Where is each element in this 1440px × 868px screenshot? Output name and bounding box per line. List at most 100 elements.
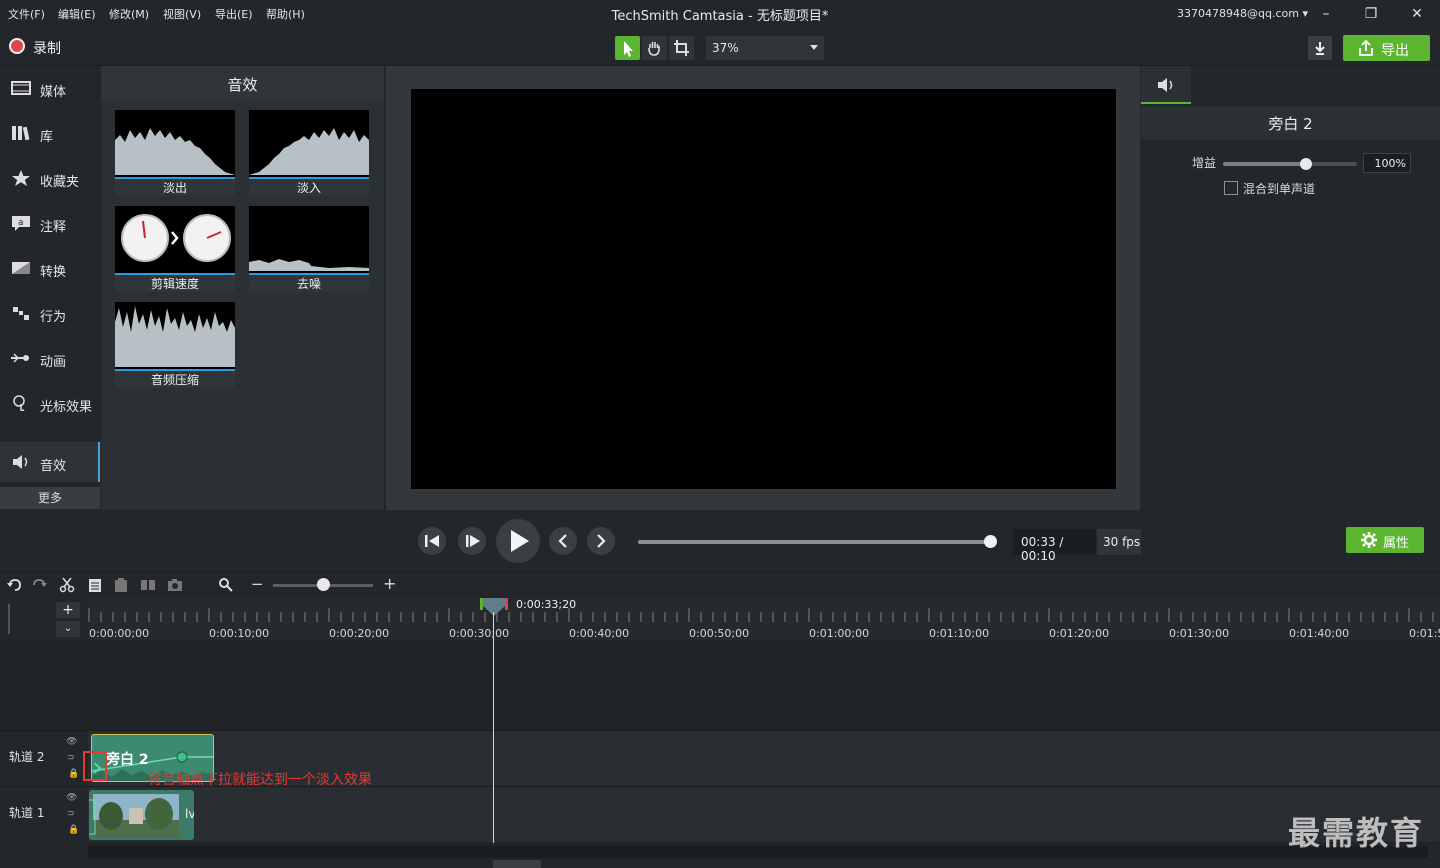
timeline-tracks: 轨道 2 👁 ⊃ 🔒 旁白 2 轨道 1 👁 ⊃ 🔒 lv bbox=[0, 640, 1440, 845]
redo-icon[interactable] bbox=[32, 577, 48, 593]
clock-icon bbox=[121, 214, 231, 262]
gain-value-field[interactable]: 100% bbox=[1363, 153, 1411, 173]
track-height-slider[interactable] bbox=[8, 604, 16, 634]
minimize-button[interactable]: – bbox=[1316, 4, 1336, 24]
gain-slider[interactable] bbox=[1223, 158, 1357, 170]
record-icon[interactable] bbox=[9, 38, 25, 54]
menu-file[interactable]: 文件(F) bbox=[8, 6, 45, 22]
download-icon bbox=[1315, 42, 1325, 55]
playhead-handle[interactable] bbox=[480, 598, 508, 616]
download-button[interactable] bbox=[1308, 36, 1332, 60]
snapshot-icon[interactable] bbox=[167, 577, 183, 593]
step-back-button[interactable] bbox=[418, 527, 446, 555]
seek-bar[interactable] bbox=[638, 540, 990, 544]
watermark-logo: 最需教育 bbox=[1288, 814, 1425, 852]
export-label: 导出 bbox=[1381, 43, 1409, 59]
audio-properties-tab[interactable] bbox=[1141, 66, 1191, 104]
menu-edit[interactable]: 编辑(E) bbox=[58, 6, 96, 22]
sidebar-item-animations[interactable]: 动画 bbox=[0, 338, 100, 378]
hand-tool-button[interactable] bbox=[642, 36, 667, 60]
timeline-zoom-knob[interactable] bbox=[317, 578, 330, 591]
timeline-empty-area[interactable] bbox=[88, 640, 1440, 730]
eye-icon[interactable]: 👁 bbox=[66, 793, 77, 803]
track-name[interactable]: 轨道 2 bbox=[9, 748, 44, 765]
pointer-tool-button[interactable] bbox=[615, 36, 640, 60]
properties-button[interactable]: 属性 bbox=[1346, 527, 1424, 553]
sidebar-item-label: 音效 bbox=[40, 459, 67, 474]
timeline-horizontal-scrollbar[interactable] bbox=[88, 846, 1428, 858]
track-header: 轨道 1 👁 ⊃ 🔒 bbox=[0, 787, 88, 843]
animation-icon bbox=[11, 353, 29, 363]
mix-to-mono-checkbox[interactable] bbox=[1224, 181, 1238, 195]
playback-controls: 00:33 / 00:10 30 fps 属性 bbox=[0, 511, 1440, 571]
sidebar-item-cursor-effects[interactable]: 光标效果 bbox=[0, 383, 100, 423]
split-icon[interactable] bbox=[140, 577, 156, 593]
play-button[interactable] bbox=[496, 519, 540, 563]
chevron-left-icon bbox=[558, 534, 567, 548]
add-track-button[interactable]: + bbox=[56, 602, 80, 618]
record-button[interactable]: 录制 bbox=[33, 38, 61, 58]
eye-icon[interactable]: 👁 bbox=[66, 737, 77, 747]
account-menu[interactable]: 3370478948@qq.com ▾ bbox=[1177, 7, 1308, 20]
previous-button[interactable] bbox=[549, 527, 577, 555]
effect-fade-out[interactable]: 淡出 bbox=[115, 110, 235, 196]
effect-clip-speed[interactable]: 剪辑速度 bbox=[115, 206, 235, 292]
audio-toggle-icon[interactable]: ⊃ bbox=[67, 809, 75, 819]
video-clip[interactable]: lv bbox=[89, 790, 194, 840]
transition-icon bbox=[12, 262, 30, 274]
cut-icon[interactable] bbox=[59, 577, 75, 593]
more-button[interactable]: 更多 bbox=[0, 487, 100, 509]
restore-button[interactable]: ❐ bbox=[1361, 4, 1381, 24]
annotation-highlight-box bbox=[83, 751, 107, 781]
menu-view[interactable]: 视图(V) bbox=[163, 6, 201, 22]
panel-title: 音效 bbox=[227, 76, 258, 94]
gain-slider-knob[interactable] bbox=[1300, 158, 1313, 170]
step-forward-button[interactable] bbox=[458, 527, 486, 555]
track-name[interactable]: 轨道 1 bbox=[9, 804, 44, 821]
paste-icon[interactable] bbox=[113, 577, 129, 593]
close-button[interactable]: ✕ bbox=[1407, 4, 1427, 24]
next-button[interactable] bbox=[587, 527, 615, 555]
timeline-ruler[interactable]: 0:00:00;00 0:00:10;00 0:00:20;00 0:00:30… bbox=[88, 598, 1440, 640]
menu-help[interactable]: 帮助(H) bbox=[266, 6, 305, 22]
sidebar-item-behaviors[interactable]: 行为 bbox=[0, 293, 100, 333]
sidebar-item-media[interactable]: 媒体 bbox=[0, 68, 100, 108]
annotation-icon: a bbox=[12, 216, 30, 231]
lock-icon[interactable]: 🔒 bbox=[68, 825, 79, 835]
effect-label: 音频压缩 bbox=[115, 369, 235, 388]
sidebar-item-library[interactable]: 库 bbox=[0, 113, 100, 153]
ruler-label: 0:00:20;00 bbox=[329, 627, 390, 640]
zoom-in-button[interactable]: + bbox=[383, 574, 399, 593]
zoom-out-button[interactable]: − bbox=[251, 575, 267, 593]
audio-effects-panel: 音效 淡出 淡入 剪辑速度 去噪 音频压缩 bbox=[101, 66, 384, 510]
effect-fade-in[interactable]: 淡入 bbox=[249, 110, 369, 196]
sidebar-item-audio-effects[interactable]: 音效 bbox=[0, 442, 100, 482]
preview-canvas[interactable] bbox=[411, 89, 1116, 489]
menu-modify[interactable]: 修改(M) bbox=[109, 6, 149, 22]
waveform-compression bbox=[115, 306, 235, 367]
effect-noise-removal[interactable]: 去噪 bbox=[249, 206, 369, 292]
title-bar: 文件(F) 编辑(E) 修改(M) 视图(V) 导出(E) 帮助(H) Tech… bbox=[0, 0, 1440, 28]
video-thumbnail bbox=[89, 794, 179, 838]
chevron-down-icon bbox=[810, 45, 818, 50]
collapse-tracks-button[interactable]: ⌄ bbox=[56, 621, 80, 637]
seek-knob[interactable] bbox=[984, 535, 997, 548]
scrollbar-thumb[interactable] bbox=[493, 860, 541, 868]
mix-to-mono-label: 混合到单声道 bbox=[1243, 182, 1316, 196]
sidebar-item-favorites[interactable]: 收藏夹 bbox=[0, 158, 100, 198]
effect-audio-compression[interactable]: 音频压缩 bbox=[115, 302, 235, 388]
export-button[interactable]: 导出 bbox=[1343, 35, 1430, 61]
audio-toggle-icon[interactable]: ⊃ bbox=[67, 753, 75, 763]
zoom-select[interactable]: 37% bbox=[706, 36, 824, 60]
zoom-value: 37% bbox=[712, 41, 739, 55]
lock-icon[interactable]: 🔒 bbox=[68, 769, 79, 779]
undo-icon[interactable] bbox=[6, 577, 22, 593]
pointer-icon bbox=[624, 41, 633, 57]
copy-icon[interactable] bbox=[87, 577, 103, 593]
menu-export[interactable]: 导出(E) bbox=[215, 6, 253, 22]
track-controls: + ⌄ bbox=[0, 598, 88, 640]
sidebar-item-annotations[interactable]: a 注释 bbox=[0, 203, 100, 243]
sidebar-item-transitions[interactable]: 转换 bbox=[0, 248, 100, 288]
properties-header: 旁白 2 bbox=[1141, 106, 1440, 140]
crop-tool-button[interactable] bbox=[669, 36, 694, 60]
